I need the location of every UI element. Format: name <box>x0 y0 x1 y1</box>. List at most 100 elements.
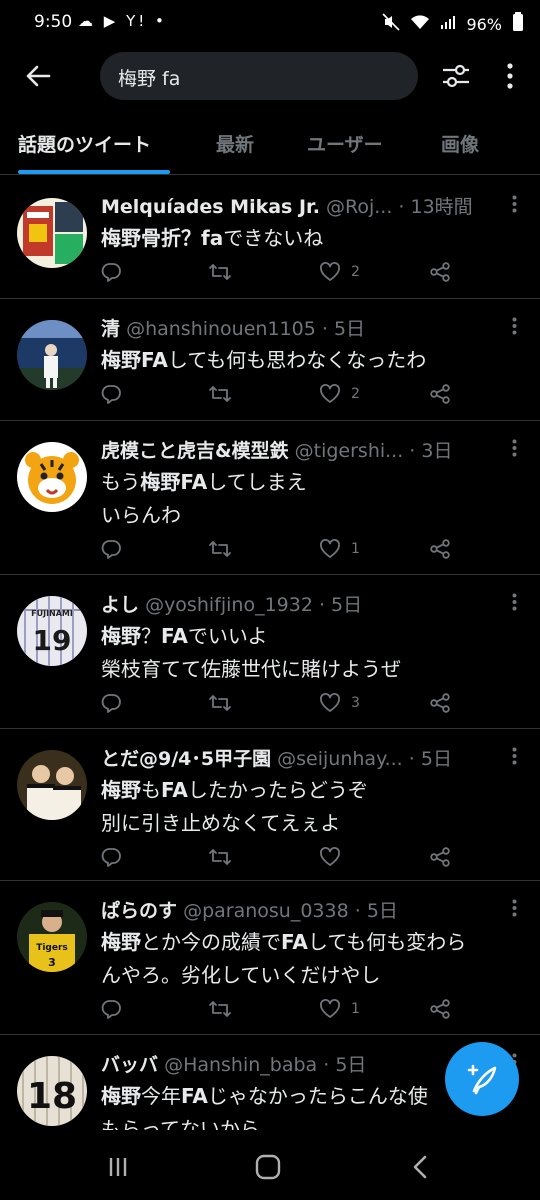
tweet-text-line: いらんわ <box>101 499 511 532</box>
search-query[interactable]: 梅野 fa <box>118 64 180 91</box>
highlighted-keyword: 梅野 <box>101 930 141 954</box>
separator-dot: · <box>312 594 332 616</box>
svg-text:Tigers: Tigers <box>36 943 68 953</box>
tweet-more-button[interactable] <box>504 438 524 462</box>
retweet-button[interactable] <box>208 261 242 283</box>
username-handle[interactable]: @seijunhay... <box>277 748 403 770</box>
tweet-timestamp[interactable]: 5日 <box>335 1054 366 1076</box>
separator-dot: · <box>403 440 422 462</box>
tab-users[interactable]: ユーザー <box>307 130 383 157</box>
back-button[interactable] <box>20 58 56 94</box>
search-settings-button[interactable] <box>438 58 474 94</box>
share-button[interactable] <box>429 261 451 283</box>
heart-icon <box>319 261 341 283</box>
username-handle[interactable]: @hanshinouen1105 <box>126 318 316 340</box>
tweet-item[interactable]: 清 @hanshinouen1105 · 5日 梅野FAしても何も思わなくなったわ… <box>0 298 540 421</box>
tweet-item[interactable]: Tigers 3 ぱらのす @paranosu_0338 · 5日 梅野とか今の成績で… <box>0 880 540 1035</box>
tweet-timestamp[interactable]: 5日 <box>367 900 398 922</box>
reply-icon <box>100 261 122 283</box>
recent-apps-button[interactable] <box>98 1152 138 1182</box>
compose-tweet-button[interactable] <box>445 1042 519 1116</box>
home-button[interactable] <box>248 1152 288 1182</box>
avatar[interactable] <box>17 198 87 268</box>
reply-button[interactable] <box>100 692 132 714</box>
username-handle[interactable]: @paranosu_0338 <box>183 900 349 922</box>
retweet-icon <box>208 261 232 283</box>
reply-button[interactable] <box>100 261 132 283</box>
retweet-button[interactable] <box>208 692 242 714</box>
like-button[interactable] <box>319 846 351 868</box>
recent-apps-icon <box>109 1158 127 1176</box>
display-name[interactable]: とだ@9/4･5甲子園 <box>101 748 271 770</box>
tweet-text-segment: でいいよ <box>187 624 268 648</box>
tweet-header: とだ@9/4･5甲子園 @seijunhay... · 5日 <box>101 744 496 771</box>
reply-button[interactable] <box>100 383 132 405</box>
reply-button[interactable] <box>100 998 132 1020</box>
more-options-button[interactable] <box>494 58 526 94</box>
username-handle[interactable]: @Roj... <box>326 196 392 218</box>
avatar[interactable] <box>17 750 87 820</box>
tweet-more-button[interactable] <box>504 746 524 770</box>
like-button[interactable]: 2 <box>319 383 360 405</box>
like-button[interactable]: 2 <box>319 261 360 283</box>
avatar[interactable] <box>17 320 87 390</box>
reply-button[interactable] <box>100 846 132 868</box>
retweet-button[interactable] <box>208 538 242 560</box>
display-name[interactable]: バッバ <box>101 1054 158 1076</box>
share-button[interactable] <box>429 538 451 560</box>
tab-latest[interactable]: 最新 <box>216 130 254 157</box>
avatar[interactable]: FUJINAMI 19 <box>17 596 87 666</box>
like-button[interactable]: 1 <box>319 538 360 560</box>
avatar[interactable] <box>17 442 87 512</box>
avatar[interactable]: Tigers 3 <box>17 902 87 972</box>
tweet-timestamp[interactable]: 13時間 <box>410 196 472 218</box>
display-name[interactable]: 虎模こと虎吉&模型鉄 <box>101 440 289 462</box>
display-name[interactable]: ぱらのす <box>101 900 177 922</box>
retweet-button[interactable] <box>208 998 242 1020</box>
tweet-item[interactable]: FUJINAMI 19 よし @yoshifjino_1932 · 5日 梅野？FAで… <box>0 574 540 729</box>
share-button[interactable] <box>429 846 451 868</box>
tweet-more-button[interactable] <box>504 592 524 616</box>
reply-icon <box>100 846 122 868</box>
reply-button[interactable] <box>100 538 132 560</box>
tweet-timestamp[interactable]: 5日 <box>331 594 362 616</box>
reply-icon <box>100 692 122 714</box>
display-name[interactable]: 清 <box>101 318 120 340</box>
kebab-icon <box>512 747 517 769</box>
tweet-item[interactable]: 虎模こと虎吉&模型鉄 @tigershi... · 3日 もう梅野FAしてしまえい… <box>0 420 540 575</box>
tweet-timestamp[interactable]: 5日 <box>421 748 452 770</box>
retweet-button[interactable] <box>208 383 242 405</box>
share-icon <box>429 998 451 1020</box>
username-handle[interactable]: @tigershi... <box>295 440 404 462</box>
tweet-item[interactable]: とだ@9/4･5甲子園 @seijunhay... · 5日 梅野もFAしたかった… <box>0 728 540 881</box>
tweet-timestamp[interactable]: 3日 <box>421 440 452 462</box>
like-button[interactable]: 3 <box>319 692 360 714</box>
tweet-text: 梅野骨折？faできないね <box>101 222 511 255</box>
tweet-text-segment: いらんわ <box>101 503 181 527</box>
tweet-text-segment: しても何も思わなくなったわ <box>167 348 427 372</box>
separator-dot: · <box>402 748 421 770</box>
share-button[interactable] <box>429 692 451 714</box>
share-button[interactable] <box>429 998 451 1020</box>
share-button[interactable] <box>429 383 451 405</box>
like-button[interactable]: 1 <box>319 998 360 1020</box>
system-back-button[interactable] <box>400 1152 440 1182</box>
search-input[interactable]: 梅野 fa <box>100 52 418 100</box>
retweet-button[interactable] <box>208 846 242 868</box>
tweet-more-button[interactable] <box>504 316 524 340</box>
tweet-more-button[interactable] <box>504 898 524 922</box>
tweet-more-button[interactable] <box>504 194 524 218</box>
display-name[interactable]: Melquíades Mikas Jr. <box>101 196 320 218</box>
tweet-text-segment: 榮枝育てて佐藤世代に賭けようぜ <box>101 657 401 681</box>
tab-top[interactable]: 話題のツイート <box>18 130 151 157</box>
username-handle[interactable]: @yoshifjino_1932 <box>145 594 313 616</box>
avatar[interactable]: 18 <box>17 1056 87 1126</box>
tweet-actions: 3 <box>100 692 460 718</box>
tweet-item[interactable]: Melquíades Mikas Jr. @Roj... · 13時間梅野骨折？… <box>0 176 540 299</box>
tab-images[interactable]: 画像 <box>441 130 479 157</box>
separator-dot: · <box>392 196 411 218</box>
display-name[interactable]: よし <box>101 594 139 616</box>
tweet-timestamp[interactable]: 5日 <box>334 318 365 340</box>
tweet-text-segment: しても何も変わら <box>307 930 467 954</box>
username-handle[interactable]: @Hanshin_baba <box>164 1054 317 1076</box>
